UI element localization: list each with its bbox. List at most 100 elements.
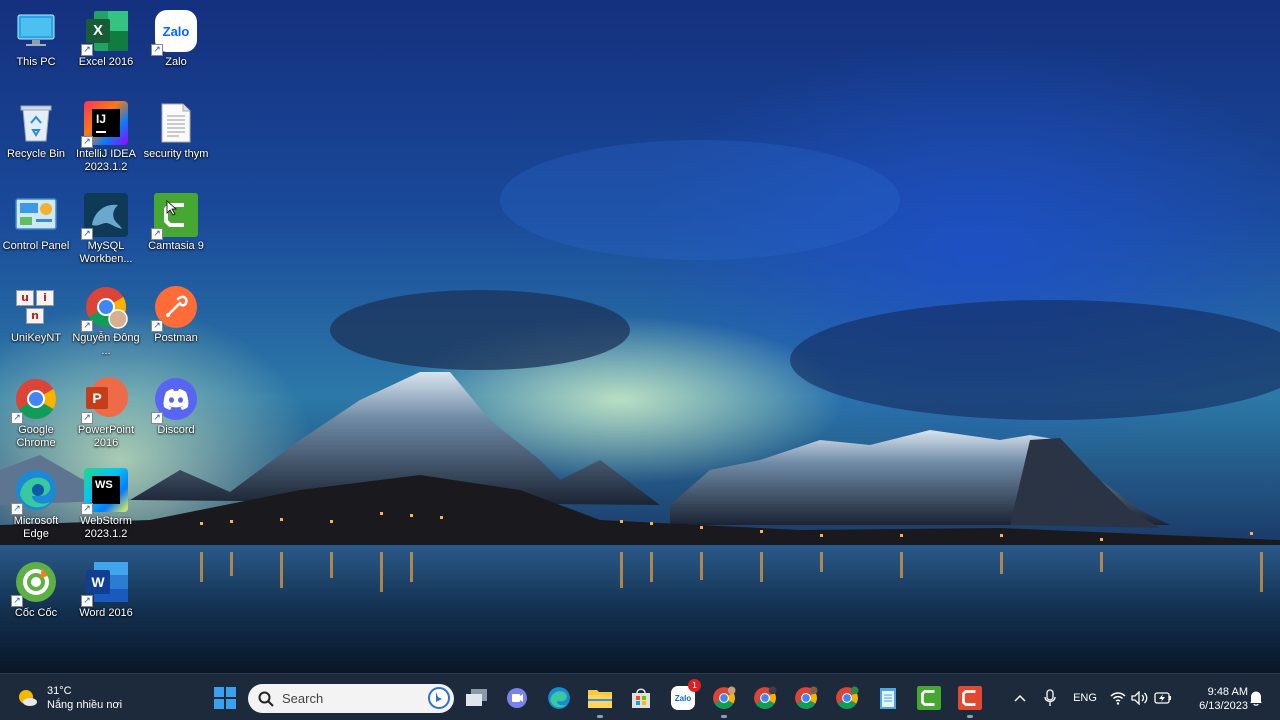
desktop-icon-label: Cốc Cốc xyxy=(14,607,58,619)
recycle-bin-icon xyxy=(13,100,59,146)
desktop-icon-label: Control Panel xyxy=(2,240,70,252)
coccoc-icon: ↗ xyxy=(11,559,59,607)
teams-chat-button[interactable] xyxy=(501,682,533,714)
desktop-icon-chrome-profile[interactable]: ↗ Nguyễn Đông ... xyxy=(71,280,141,368)
folder-icon xyxy=(588,690,612,708)
quick-settings-button[interactable] xyxy=(1110,682,1172,714)
camtasia-icon: ↗ xyxy=(151,192,199,240)
shortcut-arrow-icon: ↗ xyxy=(81,228,93,240)
taskbar-file-explorer[interactable] xyxy=(584,682,616,718)
chrome-icon xyxy=(836,686,859,709)
webstorm-icon: WS ↗ xyxy=(81,467,129,515)
desktop-icon-zalo[interactable]: Zalo ↗ Zalo xyxy=(141,4,211,92)
shortcut-arrow-icon: ↗ xyxy=(11,503,23,515)
shortcut-arrow-icon: ↗ xyxy=(81,136,93,148)
taskbar-chrome-2[interactable] xyxy=(749,682,781,714)
notepad-icon xyxy=(880,688,896,709)
desktop-icon-label: IntelliJ IDEA 2023.1.2 xyxy=(76,148,136,173)
system-clock[interactable]: 9:48 AM 6/13/2023 xyxy=(1182,685,1248,713)
desktop-icon-recycle-bin[interactable]: Recycle Bin xyxy=(1,96,71,184)
desktop-icon-unikey[interactable]: u i n UniKeyNT xyxy=(1,280,71,368)
desktop-icon-label: Zalo xyxy=(165,56,187,68)
desktop-icon-word[interactable]: W ↗ Word 2016 xyxy=(71,555,141,643)
taskbar-zalo[interactable]: Zalo 1 xyxy=(667,679,701,714)
desktop-icon-label: Excel 2016 xyxy=(78,56,134,68)
desktop-icon-google-chrome[interactable]: ↗ Google Chrome xyxy=(1,372,71,460)
taskbar-chrome-4[interactable] xyxy=(831,682,863,714)
chrome-icon: ↗ xyxy=(11,376,59,424)
taskbar-microsoft-store[interactable] xyxy=(625,682,657,714)
desktop-icon-coc-coc[interactable]: ↗ Cốc Cốc xyxy=(1,555,71,643)
shortcut-arrow-icon: ↗ xyxy=(81,412,93,424)
desktop-icon-label: Microsoft Edge xyxy=(13,515,59,540)
chevron-up-icon xyxy=(1014,694,1026,702)
input-language-indicator[interactable]: ENG xyxy=(1068,682,1102,714)
desktop-icon-discord[interactable]: ↗ Discord xyxy=(141,372,211,460)
taskbar-chrome-1[interactable] xyxy=(708,682,740,718)
task-view-icon xyxy=(466,689,487,706)
desktop-icon-camtasia[interactable]: ↗ Camtasia 9 xyxy=(141,188,211,276)
notification-center-button[interactable] xyxy=(1248,682,1264,714)
sun-cloud-icon xyxy=(19,690,37,706)
taskbar-camtasia-recorder[interactable] xyxy=(954,682,986,718)
desktop-icon-this-pc[interactable]: This PC xyxy=(1,4,71,92)
desktop-icon-microsoft-edge[interactable]: ↗ Microsoft Edge xyxy=(1,463,71,551)
control-panel-icon xyxy=(13,192,59,238)
taskbar-edge[interactable] xyxy=(543,682,575,714)
notification-badge: 1 xyxy=(688,679,701,692)
camtasia-icon xyxy=(917,686,941,710)
desktop-icon-label: UniKeyNT xyxy=(10,332,62,344)
edge-icon xyxy=(548,687,570,709)
volume-icon xyxy=(1131,691,1148,705)
desktop-icon-label: This PC xyxy=(16,56,56,68)
desktop-icon-label: Camtasia 9 xyxy=(148,240,204,252)
start-button[interactable] xyxy=(209,682,241,714)
camtasia-recorder-icon xyxy=(958,686,982,710)
bing-chat-icon[interactable] xyxy=(427,686,451,710)
taskbar-search[interactable] xyxy=(248,684,454,713)
document-icon xyxy=(153,100,199,146)
edge-icon: ↗ xyxy=(11,467,59,515)
task-view-button[interactable] xyxy=(461,682,493,714)
desktop-icon-label: MySQL Workben... xyxy=(79,240,133,265)
desktop-icon-control-panel[interactable]: Control Panel xyxy=(1,188,71,276)
intellij-icon: IJ ↗ xyxy=(81,100,129,148)
desktop-icon-intellij[interactable]: IJ ↗ IntelliJ IDEA 2023.1.2 xyxy=(71,96,141,184)
windows-logo-icon xyxy=(214,687,236,709)
taskbar-camtasia[interactable] xyxy=(913,682,945,714)
desktop-icon-powerpoint[interactable]: P ↗ PowerPoint 2016 xyxy=(71,372,141,460)
microphone-button[interactable] xyxy=(1040,682,1060,714)
desktop-icon-postman[interactable]: ↗ Postman xyxy=(141,280,211,368)
shortcut-arrow-icon: ↗ xyxy=(11,412,23,424)
desktop-icon-label: security thym xyxy=(143,148,209,160)
shortcut-arrow-icon: ↗ xyxy=(151,228,163,240)
desktop-icon-excel[interactable]: X ↗ Excel 2016 xyxy=(71,4,141,92)
discord-icon: ↗ xyxy=(151,376,199,424)
weather-description: Nắng nhiều nơi xyxy=(47,699,123,711)
search-input[interactable] xyxy=(282,691,422,706)
show-hidden-icons-button[interactable] xyxy=(1010,682,1030,714)
desktop-icon-mysql-workbench[interactable]: ↗ MySQL Workben... xyxy=(71,188,141,276)
weather-widget[interactable]: 31°C Nắng nhiều nơi xyxy=(16,682,122,714)
weather-temperature: 31°C xyxy=(47,685,72,697)
battery-charging-icon xyxy=(1154,692,1171,704)
taskbar-chrome-3[interactable] xyxy=(790,682,822,714)
mysql-dolphin-icon: ↗ xyxy=(81,192,129,240)
shortcut-arrow-icon: ↗ xyxy=(151,44,163,56)
desktop-icon-label: Google Chrome xyxy=(16,424,56,449)
shortcut-arrow-icon: ↗ xyxy=(81,320,93,332)
desktop-icon-security-thym[interactable]: security thym xyxy=(141,96,211,184)
teams-chat-icon xyxy=(507,688,527,708)
microphone-icon xyxy=(1044,689,1056,706)
taskbar-notepad[interactable] xyxy=(872,682,904,714)
postman-icon: ↗ xyxy=(151,284,199,332)
desktop-icon-label: Word 2016 xyxy=(79,607,133,619)
chrome-profile-icon: ↗ xyxy=(81,284,129,332)
desktop-icon-label: Postman xyxy=(154,332,198,344)
shortcut-arrow-icon: ↗ xyxy=(151,320,163,332)
clock-time: 9:48 AM xyxy=(1207,686,1248,698)
desktop-icon-label: Nguyễn Đông ... xyxy=(72,332,140,357)
unikey-icon: u i n xyxy=(13,284,59,330)
desktop-icon-webstorm[interactable]: WS ↗ WebStorm 2023.1.2 xyxy=(71,463,141,551)
shortcut-arrow-icon: ↗ xyxy=(81,595,93,607)
